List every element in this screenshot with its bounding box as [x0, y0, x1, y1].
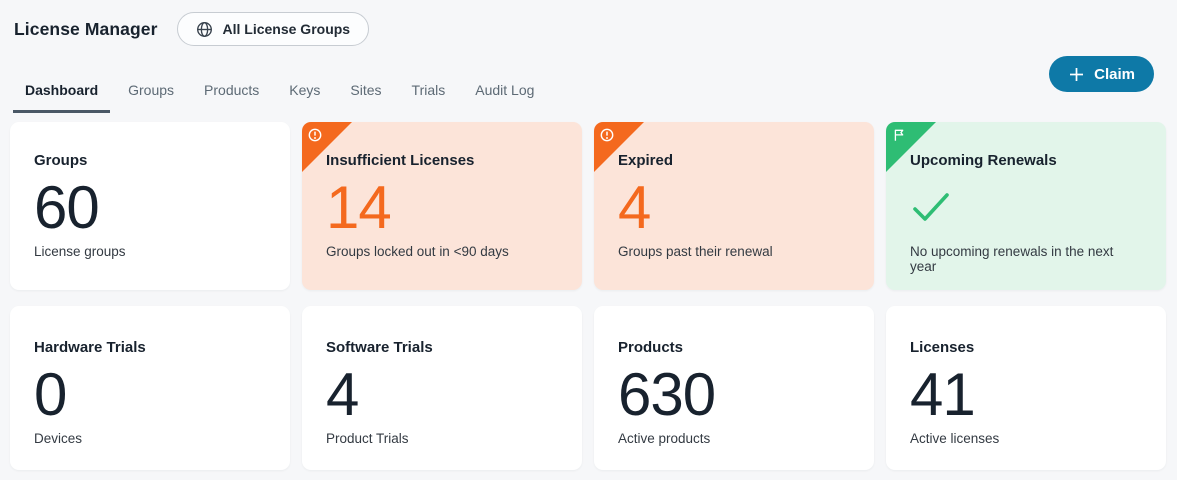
checkmark-icon: [910, 174, 1142, 241]
card-subtitle: Groups locked out in <90 days: [326, 244, 558, 259]
card-subtitle: Groups past their renewal: [618, 244, 850, 259]
claim-label: Claim: [1094, 66, 1135, 83]
card-value: 60: [34, 174, 266, 241]
card-title: Expired: [618, 151, 850, 171]
tab-bar: Dashboard Groups Products Keys Sites Tri…: [0, 46, 1177, 113]
card-products[interactable]: Products 630 Active products: [594, 306, 874, 470]
card-title: Licenses: [910, 338, 1142, 358]
card-upcoming-renewals[interactable]: Upcoming Renewals No upcoming renewals i…: [886, 122, 1166, 290]
flag-icon: [892, 128, 906, 142]
page-title: License Manager: [14, 19, 158, 40]
card-title: Products: [618, 338, 850, 358]
card-software-trials[interactable]: Software Trials 4 Product Trials: [302, 306, 582, 470]
card-value: 4: [618, 174, 850, 241]
dashboard-cards: Groups 60 License groups Insufficient Li…: [10, 122, 1166, 470]
globe-icon: [196, 21, 213, 38]
card-value: 630: [618, 361, 850, 428]
card-title: Insufficient Licenses: [326, 151, 558, 171]
card-expired[interactable]: Expired 4 Groups past their renewal: [594, 122, 874, 290]
card-subtitle: Product Trials: [326, 431, 558, 446]
alert-circle-icon: [308, 128, 322, 142]
all-license-groups-label: All License Groups: [223, 21, 351, 37]
card-title: Hardware Trials: [34, 338, 266, 358]
plus-icon: [1068, 66, 1085, 83]
tab-audit-log[interactable]: Audit Log: [463, 72, 546, 113]
card-value: 4: [326, 361, 558, 428]
card-subtitle: License groups: [34, 244, 266, 259]
tab-products[interactable]: Products: [192, 72, 271, 113]
tab-trials[interactable]: Trials: [400, 72, 458, 113]
card-value: 0: [34, 361, 266, 428]
tab-groups[interactable]: Groups: [116, 72, 186, 113]
card-value: 41: [910, 361, 1142, 428]
card-subtitle: Active products: [618, 431, 850, 446]
card-title: Software Trials: [326, 338, 558, 358]
tab-sites[interactable]: Sites: [338, 72, 393, 113]
card-licenses[interactable]: Licenses 41 Active licenses: [886, 306, 1166, 470]
all-license-groups-button[interactable]: All License Groups: [177, 12, 370, 46]
card-groups[interactable]: Groups 60 License groups: [10, 122, 290, 290]
claim-button[interactable]: Claim: [1049, 56, 1154, 92]
header: License Manager All License Groups: [0, 0, 1177, 46]
tab-keys[interactable]: Keys: [277, 72, 332, 113]
card-subtitle: No upcoming renewals in the next year: [910, 244, 1142, 274]
tabs: Dashboard Groups Products Keys Sites Tri…: [0, 72, 546, 113]
card-insufficient-licenses[interactable]: Insufficient Licenses 14 Groups locked o…: [302, 122, 582, 290]
card-title: Groups: [34, 151, 266, 171]
card-subtitle: Devices: [34, 431, 266, 446]
card-title: Upcoming Renewals: [910, 151, 1142, 171]
tab-dashboard[interactable]: Dashboard: [13, 72, 110, 113]
card-value: 14: [326, 174, 558, 241]
card-hardware-trials[interactable]: Hardware Trials 0 Devices: [10, 306, 290, 470]
card-subtitle: Active licenses: [910, 431, 1142, 446]
alert-circle-icon: [600, 128, 614, 142]
